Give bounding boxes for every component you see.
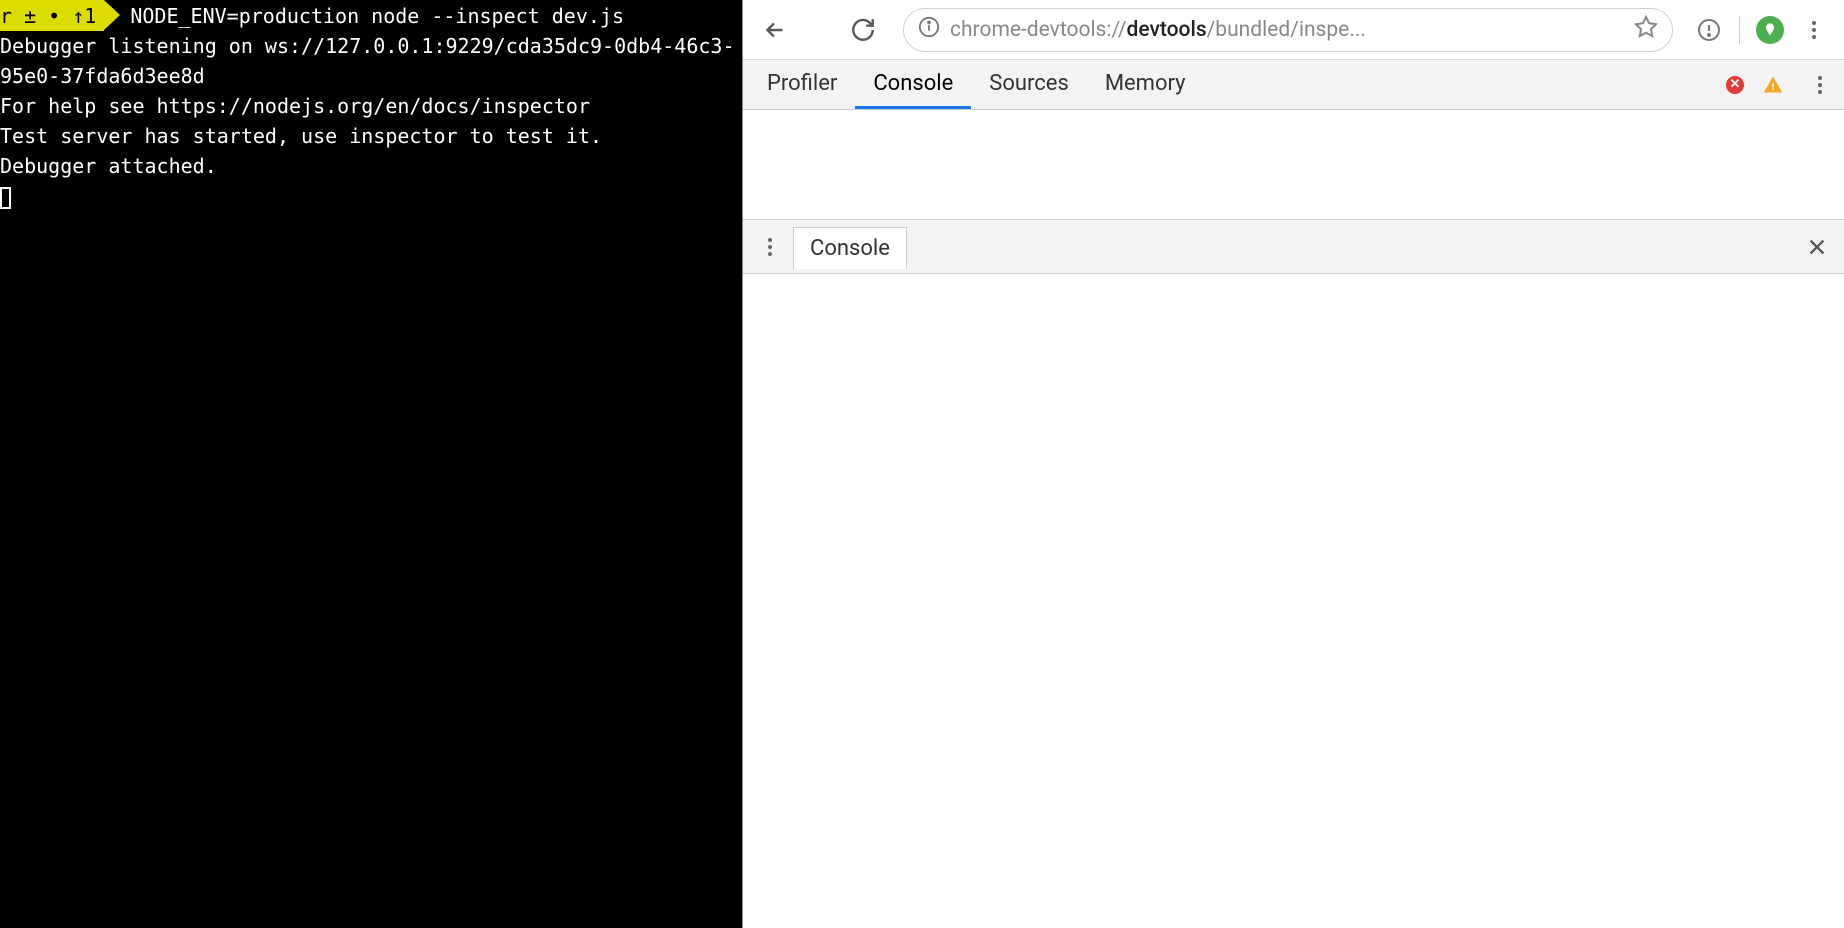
back-button[interactable] [755, 10, 795, 50]
devtools-body: Console [743, 110, 1844, 928]
terminal-panel[interactable]: r ± • ↑1 NODE_ENV=production node --insp… [0, 0, 742, 928]
browser-toolbar: chrome-devtools://devtools/bundled/inspe… [743, 0, 1844, 60]
info-icon[interactable] [918, 16, 940, 44]
drawer-console-area[interactable] [743, 274, 1844, 928]
warning-icon [1763, 75, 1783, 95]
error-icon: ✕ [1726, 76, 1744, 94]
browser-menu-button[interactable] [1796, 12, 1832, 48]
extension-icon[interactable] [1752, 12, 1788, 48]
address-bar[interactable]: chrome-devtools://devtools/bundled/inspe… [903, 8, 1673, 52]
drawer-close-button[interactable] [1800, 230, 1834, 264]
kebab-icon [1818, 76, 1822, 94]
bookmark-star-icon[interactable] [1634, 15, 1658, 45]
console-main-area[interactable] [743, 110, 1844, 220]
reload-button[interactable] [843, 10, 883, 50]
prompt-badge: r ± • ↑1 [0, 0, 104, 31]
drawer-tab-console[interactable]: Console [793, 227, 907, 269]
close-icon [1806, 236, 1828, 258]
terminal-cursor [0, 187, 11, 209]
reload-icon [850, 17, 876, 43]
warnings-indicator[interactable] [1760, 72, 1786, 98]
address-url: chrome-devtools://devtools/bundled/inspe… [950, 18, 1624, 42]
arrow-left-icon [762, 17, 788, 43]
tab-memory[interactable]: Memory [1087, 60, 1204, 109]
tab-profiler[interactable]: Profiler [749, 60, 855, 109]
drawer-menu-button[interactable] [753, 230, 787, 264]
tab-console[interactable]: Console [855, 60, 971, 109]
kebab-icon [1812, 21, 1816, 39]
drawer-header: Console [743, 220, 1844, 274]
tab-sources[interactable]: Sources [971, 60, 1087, 109]
terminal-command: NODE_ENV=production node --inspect dev.j… [130, 0, 624, 31]
alert-info-icon[interactable] [1691, 12, 1727, 48]
toolbar-separator [1739, 16, 1740, 44]
prompt-arrow-icon [104, 0, 120, 30]
devtools-menu-button[interactable] [1802, 67, 1838, 103]
terminal-output: Debugger listening on ws://127.0.0.1:922… [0, 31, 742, 181]
terminal-prompt-line: r ± • ↑1 NODE_ENV=production node --insp… [0, 0, 742, 31]
kebab-icon [768, 238, 772, 256]
errors-indicator[interactable]: ✕ [1722, 72, 1748, 98]
browser-panel: chrome-devtools://devtools/bundled/inspe… [742, 0, 1844, 928]
devtools-tabs-bar: Profiler Console Sources Memory ✕ [743, 60, 1844, 110]
